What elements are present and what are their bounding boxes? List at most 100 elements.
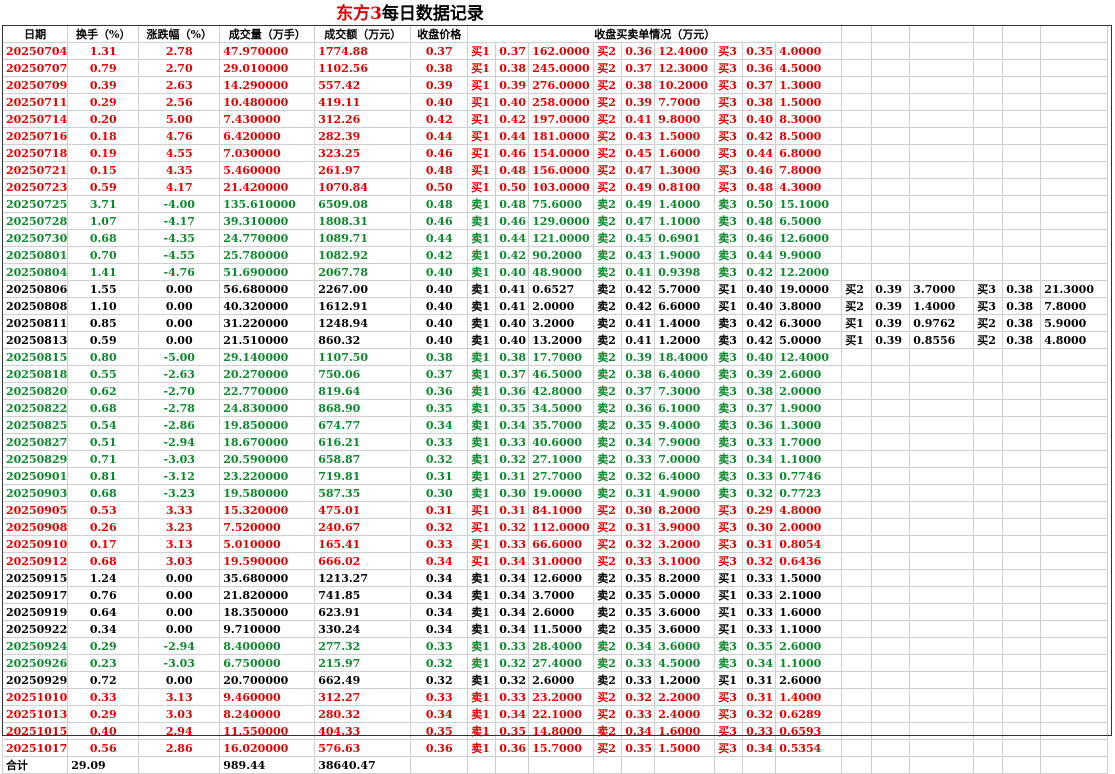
table-row: 20250711 0.29 2.56 10.480000 419.11 0.40 买1 0.4… <box>1 93 1109 111</box>
empty-cell <box>973 382 1004 400</box>
daily-data-table: 日期 换手（%） 涨跌幅（%） 成交量（万手） 成交额（万元） 收盘价格 收盘买… <box>1 25 1109 774</box>
date-cell: 20250818 <box>1 365 69 383</box>
data-cell: 0.44 <box>742 144 777 162</box>
date-cell: 20250813 <box>1 331 69 349</box>
data-cell: 3.6000 <box>654 620 716 638</box>
data-cell: 1.31 <box>67 42 140 60</box>
table-row: 20250806 1.55 0.00 56.680000 2267.00 0.40 卖1 0.… <box>1 280 1109 298</box>
data-cell: 买1 <box>467 161 497 179</box>
empty-cell <box>1002 59 1042 77</box>
data-cell: 0.35 <box>621 603 656 621</box>
data-cell: 买2 <box>593 161 623 179</box>
data-cell: 40.6000 <box>528 433 595 451</box>
data-cell: 买2 <box>593 144 623 162</box>
data-cell: 0.42 <box>410 246 469 264</box>
empty-cell <box>841 348 873 366</box>
data-cell: 0.34 <box>495 620 530 638</box>
total-label: 合计 <box>1 756 69 774</box>
empty-cell <box>909 93 975 111</box>
data-cell: 0.38 <box>410 348 469 366</box>
date-cell: 20250919 <box>1 603 69 621</box>
data-cell: 0.33 <box>742 722 777 740</box>
empty-cell <box>841 654 873 672</box>
data-cell: 1.5000 <box>654 739 716 757</box>
data-cell: 0.31 <box>621 484 656 502</box>
data-cell: 卖3 <box>714 399 744 417</box>
empty-cell <box>1040 671 1109 689</box>
table-row: 20250804 1.41 -4.76 51.690000 2067.78 0.40 卖1 0… <box>1 263 1109 281</box>
empty-cell <box>1040 59 1109 77</box>
empty-cell <box>909 586 975 604</box>
data-cell: 买1 <box>714 671 744 689</box>
data-cell: 0.7746 <box>775 467 843 485</box>
data-cell: -2.70 <box>138 382 221 400</box>
data-cell: 买1 <box>467 59 497 77</box>
empty-cell <box>1040 93 1109 111</box>
data-cell: 18.4000 <box>654 348 716 366</box>
data-cell: 0.40 <box>495 331 530 349</box>
data-cell: 154.0000 <box>528 144 595 162</box>
data-cell: 868.90 <box>314 399 412 417</box>
data-cell: 0.34 <box>621 433 656 451</box>
data-cell: 0.41 <box>621 263 656 281</box>
data-cell: 0.48 <box>742 212 777 230</box>
data-cell: 买3 <box>714 42 744 60</box>
data-cell: 卖3 <box>714 433 744 451</box>
empty-cell <box>973 110 1004 128</box>
date-cell: 20250714 <box>1 110 69 128</box>
data-cell: 买2 <box>593 42 623 60</box>
data-cell: 买3 <box>714 501 744 519</box>
data-cell: 0.23 <box>67 654 140 672</box>
empty-cell <box>909 195 975 213</box>
data-cell: 0.34 <box>67 620 140 638</box>
data-cell: 买1 <box>467 93 497 111</box>
data-cell: 0.6901 <box>654 229 716 247</box>
empty-cell <box>909 637 975 655</box>
data-cell: 46.5000 <box>528 365 595 383</box>
data-cell: 卖2 <box>593 365 623 383</box>
data-cell: 12.6000 <box>528 569 595 587</box>
data-cell: 750.06 <box>314 365 412 383</box>
empty-cell <box>841 552 873 570</box>
empty-cell <box>909 212 975 230</box>
data-cell: 0.47 <box>621 161 656 179</box>
data-cell: 4.3000 <box>775 178 843 196</box>
data-cell: -2.63 <box>138 365 221 383</box>
header-volume: 成交量（万手） <box>219 25 316 43</box>
empty-cell <box>1040 110 1109 128</box>
data-cell: 404.33 <box>314 722 412 740</box>
data-cell: -2.94 <box>138 433 221 451</box>
date-cell: 20250910 <box>1 535 69 553</box>
data-cell: 卖1 <box>467 722 497 740</box>
data-cell: 0.50 <box>495 178 530 196</box>
data-cell: 0.19 <box>67 144 140 162</box>
data-cell: 15.1000 <box>775 195 843 213</box>
table-row: 20250815 0.80 -5.00 29.140000 1107.50 0.38 卖1 0… <box>1 348 1109 366</box>
data-cell: 2267.00 <box>314 280 412 298</box>
date-cell: 20250822 <box>1 399 69 417</box>
data-cell: 4.5000 <box>775 59 843 77</box>
data-cell: 2.94 <box>138 722 221 740</box>
data-cell: 0.41 <box>621 331 656 349</box>
data-cell: 0.31 <box>621 518 656 536</box>
data-cell: 0.37 <box>410 42 469 60</box>
data-cell: 1.9000 <box>654 246 716 264</box>
data-cell: 买2 <box>593 59 623 77</box>
table-row: 20250813 0.59 0.00 21.510000 860.32 0.40 卖1 0.4… <box>1 331 1109 349</box>
data-cell: 0.40 <box>742 348 777 366</box>
data-cell: 0.33 <box>621 671 656 689</box>
data-cell: 2.6000 <box>528 671 595 689</box>
empty-cell <box>841 535 873 553</box>
data-cell: 27.4000 <box>528 654 595 672</box>
data-cell: 0.33 <box>621 705 656 723</box>
total-row: 合计 29.09 989.44 38640.47 <box>1 756 1109 774</box>
data-cell: 0.45 <box>621 229 656 247</box>
empty-cell <box>973 416 1004 434</box>
data-cell: 买2 <box>973 331 1004 349</box>
empty-cell <box>871 229 911 247</box>
data-cell: 0.70 <box>67 246 140 264</box>
table-row: 20250725 3.71 -4.00 135.610000 6509.08 0.48 卖1… <box>1 195 1109 213</box>
data-cell: 1213.27 <box>314 569 412 587</box>
data-cell: 258.0000 <box>528 93 595 111</box>
data-cell: 0.39 <box>67 76 140 94</box>
